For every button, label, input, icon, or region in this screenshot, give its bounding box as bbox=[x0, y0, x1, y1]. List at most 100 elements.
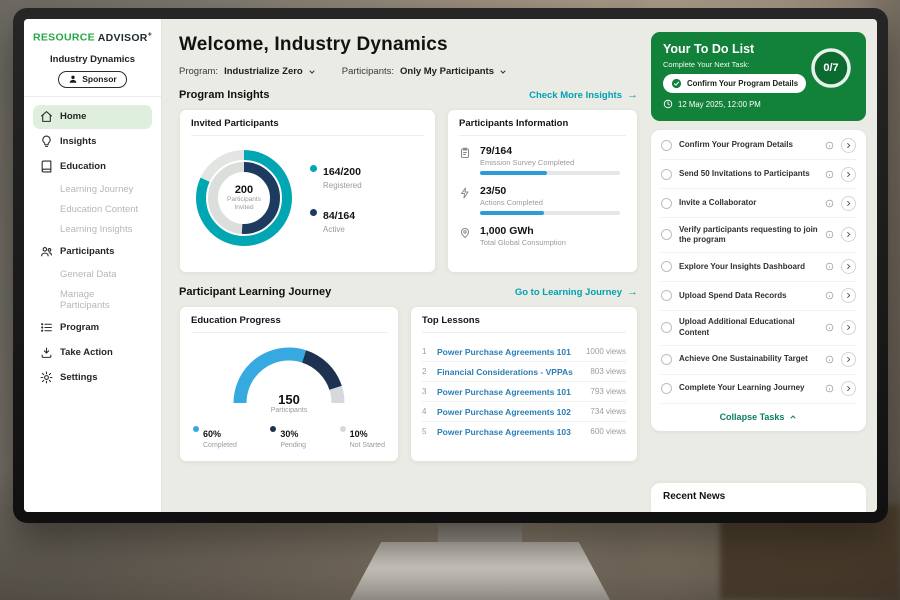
sidebar-item-settings[interactable]: Settings bbox=[33, 366, 152, 390]
sidebar-item-education[interactable]: Education bbox=[33, 155, 152, 179]
task-row[interactable]: Upload Spend Data Records bbox=[661, 282, 856, 311]
education-gauge-chart: 150 Participants bbox=[230, 345, 348, 414]
gauge-center-label: 150 Participants bbox=[230, 392, 348, 414]
sidebar-item-label: Home bbox=[60, 111, 86, 122]
sponsor-badge[interactable]: Sponsor bbox=[58, 71, 126, 88]
sidebar-item-insights[interactable]: Insights bbox=[33, 130, 152, 154]
task-row[interactable]: Send 50 Invitations to Participants bbox=[661, 160, 856, 189]
info-row-consumption: 1,000 GWh Total Global Consumption bbox=[459, 225, 626, 251]
chevron-right-icon[interactable] bbox=[841, 352, 856, 367]
legend-dot bbox=[310, 165, 317, 172]
task-row[interactable]: Explore Your Insights Dashboard bbox=[661, 253, 856, 282]
sidebar-item-label: Participants bbox=[60, 246, 114, 257]
task-row[interactable]: Invite a Collaborator bbox=[661, 189, 856, 218]
task-row[interactable]: Achieve One Sustainability Target bbox=[661, 346, 856, 375]
task-checkbox[interactable] bbox=[661, 169, 672, 180]
lesson-link[interactable]: Financial Considerations - VPPAs bbox=[437, 367, 583, 377]
sidebar-item-general-data[interactable]: General Data bbox=[33, 265, 152, 285]
logo-advisor: ADVISOR+ bbox=[98, 32, 152, 44]
sidebar-item-take-action[interactable]: Take Action bbox=[33, 341, 152, 365]
section-title: Participant Learning Journey bbox=[179, 286, 331, 298]
arrow-right-icon: → bbox=[627, 90, 638, 101]
location-pin-icon bbox=[459, 227, 472, 251]
chevron-down-icon bbox=[308, 68, 316, 76]
legend-item-active: 84/164Active bbox=[310, 206, 362, 234]
progress-bar bbox=[480, 211, 620, 215]
lesson-link[interactable]: Power Purchase Agreements 101 bbox=[437, 387, 583, 397]
program-filter-label: Program: bbox=[179, 66, 218, 77]
sidebar-item-education-content[interactable]: Education Content bbox=[33, 200, 152, 220]
task-checkbox[interactable] bbox=[661, 354, 672, 365]
org-name: Industry Dynamics bbox=[33, 54, 152, 65]
card-title: Education Progress bbox=[191, 315, 387, 333]
chevron-right-icon[interactable] bbox=[841, 196, 856, 211]
lesson-link[interactable]: Power Purchase Agreements 102 bbox=[437, 407, 583, 417]
collapse-tasks-link[interactable]: Collapse Tasks bbox=[661, 404, 856, 429]
chevron-right-icon[interactable] bbox=[841, 167, 856, 182]
tasks-list-card: Confirm Your Program Details Send 50 Inv… bbox=[651, 130, 866, 431]
sidebar-item-program[interactable]: Program bbox=[33, 316, 152, 340]
chevron-right-icon[interactable] bbox=[841, 320, 856, 335]
task-row[interactable]: Upload Additional Educational Content bbox=[661, 311, 856, 346]
card-title: Invited Participants bbox=[191, 118, 424, 136]
lesson-row: 4 Power Purchase Agreements 102 734 view… bbox=[422, 402, 626, 422]
check-more-insights-link[interactable]: Check More Insights → bbox=[529, 90, 638, 101]
sidebar-item-learning-journey[interactable]: Learning Journey bbox=[33, 180, 152, 200]
participants-information-card: Participants Information 79/164 Emission… bbox=[447, 109, 638, 273]
go-to-learning-journey-link[interactable]: Go to Learning Journey → bbox=[515, 287, 638, 298]
chevron-right-icon[interactable] bbox=[841, 138, 856, 153]
sidebar-item-participants[interactable]: Participants bbox=[33, 240, 152, 264]
arrow-right-icon: → bbox=[627, 287, 638, 298]
task-row[interactable]: Complete Your Learning Journey bbox=[661, 375, 856, 404]
task-checkbox[interactable] bbox=[661, 198, 672, 209]
clipboard-icon bbox=[459, 147, 472, 175]
divider bbox=[24, 96, 161, 97]
main-content: Welcome, Industry Dynamics Program: Indu… bbox=[162, 19, 651, 512]
invited-donut-chart: 200 Participants Invited bbox=[191, 145, 297, 251]
task-checkbox[interactable] bbox=[661, 290, 672, 301]
task-row[interactable]: Verify participants requesting to join t… bbox=[661, 218, 856, 253]
task-checkbox[interactable] bbox=[661, 383, 672, 394]
lesson-link[interactable]: Power Purchase Agreements 103 bbox=[437, 427, 583, 437]
chevron-right-icon[interactable] bbox=[841, 227, 856, 242]
filter-bar: Program: Industrialize Zero Participants… bbox=[179, 66, 638, 77]
insights-cards-row: Invited Participants 200 bbox=[179, 109, 638, 273]
check-circle-icon bbox=[671, 78, 682, 89]
page-title: Welcome, Industry Dynamics bbox=[179, 34, 638, 56]
download-icon bbox=[40, 346, 53, 359]
lesson-row: 1 Power Purchase Agreements 101 1000 vie… bbox=[422, 342, 626, 362]
progress-bar bbox=[480, 171, 620, 175]
task-checkbox[interactable] bbox=[661, 229, 672, 240]
chevron-right-icon[interactable] bbox=[841, 259, 856, 274]
sidebar-item-learning-insights[interactable]: Learning Insights bbox=[33, 220, 152, 240]
chevron-right-icon[interactable] bbox=[841, 381, 856, 396]
invited-legend: 164/200Registered 84/164Active bbox=[310, 162, 362, 234]
sidebar-item-home[interactable]: Home bbox=[33, 105, 152, 129]
chevron-right-icon[interactable] bbox=[841, 288, 856, 303]
lesson-row: 5 Power Purchase Agreements 103 600 view… bbox=[422, 422, 626, 441]
list-icon bbox=[40, 321, 53, 334]
due-date-row: 12 May 2025, 12:00 PM bbox=[663, 99, 854, 109]
program-dropdown[interactable]: Industrialize Zero bbox=[224, 66, 316, 77]
sidebar: RESOURCE ADVISOR+ Industry Dynamics Spon… bbox=[24, 19, 162, 512]
monitor-bezel: RESOURCE ADVISOR+ Industry Dynamics Spon… bbox=[13, 8, 888, 523]
section-title: Program Insights bbox=[179, 89, 269, 101]
app-logo: RESOURCE ADVISOR+ bbox=[33, 29, 152, 52]
info-icon bbox=[825, 170, 834, 179]
task-row[interactable]: Confirm Your Program Details bbox=[661, 131, 856, 160]
info-row-actions: 23/50 Actions Completed bbox=[459, 185, 626, 215]
legend-item-pending: 30%Pending bbox=[270, 424, 306, 449]
lesson-link[interactable]: Power Purchase Agreements 101 bbox=[437, 347, 579, 357]
lightning-icon bbox=[459, 187, 472, 215]
next-task-pill[interactable]: Confirm Your Program Details bbox=[663, 74, 806, 93]
participants-dropdown[interactable]: Only My Participants bbox=[400, 66, 507, 77]
task-checkbox[interactable] bbox=[661, 261, 672, 272]
legend-dot bbox=[340, 426, 346, 432]
task-checkbox[interactable] bbox=[661, 140, 672, 151]
sidebar-item-manage-participants[interactable]: Manage Participants bbox=[33, 285, 152, 316]
recent-news-header[interactable]: Recent News bbox=[651, 483, 866, 512]
task-checkbox[interactable] bbox=[661, 322, 672, 333]
todo-progress-count: 0/7 bbox=[808, 45, 854, 91]
background-photo: RESOURCE ADVISOR+ Industry Dynamics Spon… bbox=[0, 0, 900, 600]
info-icon bbox=[825, 384, 834, 393]
